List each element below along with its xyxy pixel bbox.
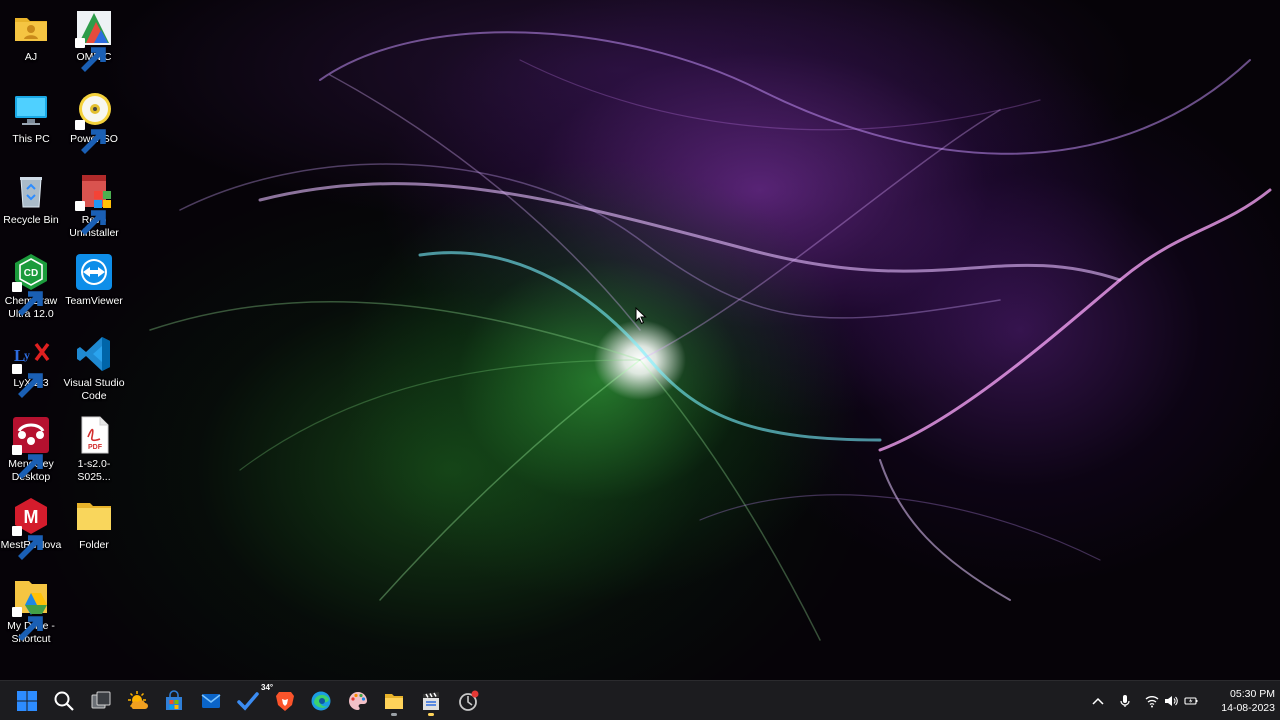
checkmark-icon — [237, 692, 259, 711]
desktop-icon-aj[interactable]: AJ — [0, 8, 62, 64]
desktop-icon-poweriso[interactable]: PowerISO — [63, 90, 125, 154]
microphone-button[interactable] — [1115, 691, 1135, 711]
taskbar-microsoft-store[interactable] — [158, 685, 190, 717]
mail-icon — [201, 694, 221, 708]
desktop-icon-pdf-file[interactable]: PDF 1-s2.0-S025... — [63, 415, 125, 484]
running-indicator — [428, 713, 434, 716]
battery-button[interactable] — [1181, 691, 1201, 711]
desktop-icon-mestrenova[interactable]: M MestReNova — [0, 496, 62, 560]
teamviewer-icon — [74, 252, 114, 292]
sun-cloud-icon — [128, 691, 148, 709]
desktop-icon-omnic[interactable]: OMNIC — [63, 8, 125, 72]
clock-time: 05:30 PM — [1230, 688, 1275, 700]
desktop-icon-label: This PC — [12, 133, 50, 145]
desktop-icon-label: Visual Studio Code — [63, 377, 125, 402]
taskbar-paint[interactable] — [342, 685, 374, 717]
taskbar-brave[interactable] — [269, 685, 301, 717]
svg-text:CD: CD — [24, 268, 38, 279]
taskbar-edge[interactable] — [305, 685, 337, 717]
wifi-button[interactable] — [1142, 691, 1162, 711]
mouse-cursor — [635, 306, 647, 330]
desktop-icon-recycle-bin[interactable]: Recycle Bin — [0, 171, 62, 227]
battery-charging-icon — [1184, 697, 1198, 705]
store-bag-icon — [166, 690, 182, 710]
chevron-up-icon — [1092, 697, 1104, 705]
screen-recorder-icon — [459, 690, 479, 711]
taskbar-mail[interactable] — [195, 685, 227, 717]
desktop-icon-folder[interactable]: Folder — [63, 496, 125, 552]
user-folder-icon — [11, 8, 51, 48]
task-view-icon — [91, 691, 111, 709]
running-indicator — [391, 713, 397, 716]
shortcut-arrow-icon — [75, 38, 106, 72]
microphone-icon — [1120, 695, 1130, 707]
taskbar: 34° 05:30 PM 14-08-2023 — [0, 680, 1280, 720]
desktop-icon-this-pc[interactable]: This PC — [0, 90, 62, 146]
wallpaper-swirls — [149, 31, 1272, 641]
desktop-icon-label: 1-s2.0-S025... — [77, 458, 111, 483]
shortcut-arrow-icon — [12, 607, 43, 641]
shortcut-arrow-icon — [12, 526, 43, 560]
search-button[interactable] — [48, 685, 80, 717]
desktop-icon-revo-uninstaller[interactable]: Revo Uninstaller — [63, 171, 125, 240]
recycle-bin-icon — [11, 171, 51, 211]
folder-icon — [74, 496, 114, 536]
windows-logo-icon — [17, 691, 37, 711]
desktop-icon-label: Folder — [79, 539, 109, 551]
paint-palette-icon — [349, 692, 367, 710]
desktop-icon-label: TeamViewer — [65, 295, 123, 307]
desktop-icon-chemdraw[interactable]: CD ChemDraw Ultra 12.0 — [0, 252, 62, 321]
task-view-button[interactable] — [85, 685, 117, 717]
taskbar-clock[interactable]: 05:30 PM 14-08-2023 — [1205, 687, 1275, 715]
taskbar-file-explorer[interactable] — [378, 685, 410, 717]
search-icon — [54, 691, 74, 711]
clock-date: 14-08-2023 — [1221, 702, 1275, 714]
omnic-icon — [74, 8, 114, 72]
pdf-badge: PDF — [88, 444, 103, 451]
file-explorer-folder-icon — [385, 694, 403, 709]
brave-lion-icon — [276, 692, 294, 711]
desktop-icon-lyx[interactable]: Ly LyX 2.3 — [0, 334, 62, 398]
poweriso-disc-icon — [74, 90, 114, 154]
wifi-icon — [1145, 696, 1159, 708]
show-hidden-icons-button[interactable] — [1088, 691, 1108, 711]
svg-text:M: M — [24, 507, 39, 527]
svg-text:y: y — [24, 348, 30, 362]
shortcut-arrow-icon — [75, 120, 106, 154]
desktop-icon-vscode[interactable]: Visual Studio Code — [63, 334, 125, 403]
desktop-icon-my-drive[interactable]: My Drive - Shortcut — [0, 577, 62, 646]
lyx-icon: Ly — [11, 334, 51, 398]
shortcut-arrow-icon — [12, 445, 43, 479]
chemdraw-icon: CD — [11, 252, 51, 316]
pdf-file-icon: PDF — [74, 415, 114, 455]
shortcut-arrow-icon — [75, 201, 106, 235]
desktop-icon-mendeley[interactable]: Mendeley Desktop — [0, 415, 62, 484]
shortcut-arrow-icon — [12, 282, 43, 316]
taskbar-screen-recorder[interactable] — [452, 685, 484, 717]
shortcut-arrow-icon — [12, 364, 43, 398]
revo-uninstaller-icon — [74, 171, 114, 235]
desktop-icon-label: Recycle Bin — [3, 214, 59, 226]
speaker-icon — [1165, 696, 1178, 706]
clapperboard-icon — [423, 692, 439, 710]
taskbar-todo[interactable] — [232, 685, 264, 717]
mestrenova-icon: M — [11, 496, 51, 560]
start-button[interactable] — [11, 685, 43, 717]
desktop-wallpaper — [0, 0, 1280, 680]
edge-icon — [311, 691, 331, 711]
google-drive-folder-icon — [11, 577, 51, 641]
desktop-icon-label: AJ — [24, 51, 38, 63]
widgets-weather-button[interactable]: 34° — [122, 683, 273, 717]
volume-button[interactable] — [1161, 691, 1181, 711]
vscode-icon — [74, 334, 114, 374]
taskbar-video-editor[interactable] — [415, 685, 447, 717]
monitor-icon — [11, 90, 51, 130]
mendeley-icon — [11, 415, 51, 479]
desktop-icon-teamviewer[interactable]: TeamViewer — [63, 252, 125, 308]
